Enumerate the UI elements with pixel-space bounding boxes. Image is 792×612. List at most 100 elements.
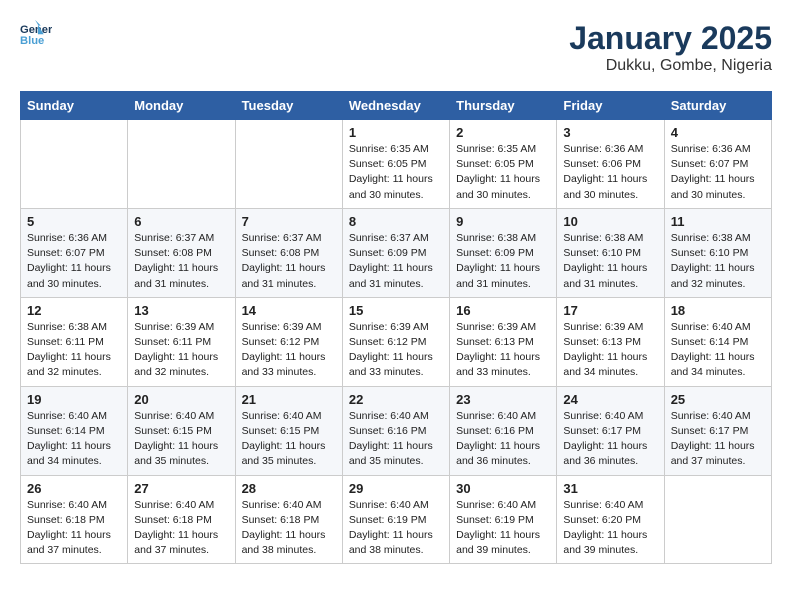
day-number: 19 bbox=[27, 392, 121, 407]
day-number: 26 bbox=[27, 481, 121, 496]
calendar-cell: 20 Sunrise: 6:40 AM Sunset: 6:15 PM Dayli… bbox=[128, 386, 235, 475]
day-info: Sunrise: 6:39 AM Sunset: 6:13 PM Dayligh… bbox=[563, 320, 657, 381]
title-block: January 2025 Dukku, Gombe, Nigeria bbox=[569, 20, 772, 75]
calendar-cell: 27Sunrise: 6:40 AM Sunset: 6:18 PM Dayli… bbox=[128, 475, 235, 564]
calendar-body: 1 Sunrise: 6:35 AM Sunset: 6:05 PM Daylig… bbox=[21, 120, 772, 564]
calendar-cell: 16 Sunrise: 6:39 AM Sunset: 6:13 PM Dayli… bbox=[450, 297, 557, 386]
calendar-table: SundayMondayTuesdayWednesdayThursdayFrid… bbox=[20, 91, 772, 564]
day-info: Sunrise: 6:36 AM Sunset: 6:07 PM Dayligh… bbox=[27, 231, 121, 292]
calendar-cell bbox=[235, 120, 342, 209]
calendar-cell: 2 Sunrise: 6:35 AM Sunset: 6:05 PM Daylig… bbox=[450, 120, 557, 209]
calendar-subtitle: Dukku, Gombe, Nigeria bbox=[569, 57, 772, 75]
day-info: Sunrise: 6:40 AM Sunset: 6:19 PM Dayligh… bbox=[349, 498, 443, 559]
day-info: Sunrise: 6:39 AM Sunset: 6:12 PM Dayligh… bbox=[349, 320, 443, 381]
day-number: 11 bbox=[671, 214, 765, 229]
day-number: 18 bbox=[671, 303, 765, 318]
svg-text:Blue: Blue bbox=[20, 35, 44, 47]
day-number: 28 bbox=[242, 481, 336, 496]
day-info: Sunrise: 6:40 AM Sunset: 6:18 PM Dayligh… bbox=[242, 498, 336, 559]
day-info: Sunrise: 6:40 AM Sunset: 6:20 PM Dayligh… bbox=[563, 498, 657, 559]
day-info: Sunrise: 6:37 AM Sunset: 6:09 PM Dayligh… bbox=[349, 231, 443, 292]
day-number: 25 bbox=[671, 392, 765, 407]
calendar-cell bbox=[664, 475, 771, 564]
day-info: Sunrise: 6:40 AM Sunset: 6:14 PM Dayligh… bbox=[671, 320, 765, 381]
calendar-cell: 17 Sunrise: 6:39 AM Sunset: 6:13 PM Dayli… bbox=[557, 297, 664, 386]
day-number: 31 bbox=[563, 481, 657, 496]
day-number: 2 bbox=[456, 125, 550, 140]
day-number: 4 bbox=[671, 125, 765, 140]
weekday-tuesday: Tuesday bbox=[235, 92, 342, 120]
day-info: Sunrise: 6:39 AM Sunset: 6:13 PM Dayligh… bbox=[456, 320, 550, 381]
day-number: 13 bbox=[134, 303, 228, 318]
day-number: 22 bbox=[349, 392, 443, 407]
day-info: Sunrise: 6:37 AM Sunset: 6:08 PM Dayligh… bbox=[134, 231, 228, 292]
day-number: 10 bbox=[563, 214, 657, 229]
weekday-thursday: Thursday bbox=[450, 92, 557, 120]
day-info: Sunrise: 6:39 AM Sunset: 6:11 PM Dayligh… bbox=[134, 320, 228, 381]
day-number: 30 bbox=[456, 481, 550, 496]
calendar-cell: 9 Sunrise: 6:38 AM Sunset: 6:09 PM Daylig… bbox=[450, 208, 557, 297]
logo: General Blue bbox=[20, 20, 52, 48]
page-header: General Blue January 2025 Dukku, Gombe, … bbox=[20, 20, 772, 75]
day-info: Sunrise: 6:40 AM Sunset: 6:14 PM Dayligh… bbox=[27, 409, 121, 470]
day-info: Sunrise: 6:40 AM Sunset: 6:17 PM Dayligh… bbox=[563, 409, 657, 470]
day-info: Sunrise: 6:38 AM Sunset: 6:10 PM Dayligh… bbox=[563, 231, 657, 292]
day-info: Sunrise: 6:36 AM Sunset: 6:06 PM Dayligh… bbox=[563, 142, 657, 203]
calendar-cell: 8Sunrise: 6:37 AM Sunset: 6:09 PM Daylig… bbox=[342, 208, 449, 297]
calendar-cell: 11 Sunrise: 6:38 AM Sunset: 6:10 PM Dayli… bbox=[664, 208, 771, 297]
day-info: Sunrise: 6:40 AM Sunset: 6:16 PM Dayligh… bbox=[456, 409, 550, 470]
weekday-monday: Monday bbox=[128, 92, 235, 120]
calendar-cell: 26 Sunrise: 6:40 AM Sunset: 6:18 PM Dayli… bbox=[21, 475, 128, 564]
calendar-cell: 18 Sunrise: 6:40 AM Sunset: 6:14 PM Dayli… bbox=[664, 297, 771, 386]
calendar-cell: 12Sunrise: 6:38 AM Sunset: 6:11 PM Dayli… bbox=[21, 297, 128, 386]
calendar-cell: 14 Sunrise: 6:39 AM Sunset: 6:12 PM Dayli… bbox=[235, 297, 342, 386]
calendar-cell: 1Sunrise: 6:35 AM Sunset: 6:05 PM Daylig… bbox=[342, 120, 449, 209]
day-number: 23 bbox=[456, 392, 550, 407]
day-info: Sunrise: 6:38 AM Sunset: 6:10 PM Dayligh… bbox=[671, 231, 765, 292]
day-number: 17 bbox=[563, 303, 657, 318]
day-info: Sunrise: 6:40 AM Sunset: 6:19 PM Dayligh… bbox=[456, 498, 550, 559]
day-number: 20 bbox=[134, 392, 228, 407]
weekday-header-row: SundayMondayTuesdayWednesdayThursdayFrid… bbox=[21, 92, 772, 120]
day-number: 14 bbox=[242, 303, 336, 318]
calendar-cell: 29Sunrise: 6:40 AM Sunset: 6:19 PM Dayli… bbox=[342, 475, 449, 564]
week-row-5: 26 Sunrise: 6:40 AM Sunset: 6:18 PM Dayli… bbox=[21, 475, 772, 564]
calendar-cell: 5 Sunrise: 6:36 AM Sunset: 6:07 PM Daylig… bbox=[21, 208, 128, 297]
weekday-sunday: Sunday bbox=[21, 92, 128, 120]
calendar-cell bbox=[21, 120, 128, 209]
calendar-cell: 25 Sunrise: 6:40 AM Sunset: 6:17 PM Dayli… bbox=[664, 386, 771, 475]
day-info: Sunrise: 6:40 AM Sunset: 6:17 PM Dayligh… bbox=[671, 409, 765, 470]
day-info: Sunrise: 6:40 AM Sunset: 6:18 PM Dayligh… bbox=[27, 498, 121, 559]
week-row-4: 19 Sunrise: 6:40 AM Sunset: 6:14 PM Dayli… bbox=[21, 386, 772, 475]
svg-text:General: General bbox=[20, 24, 52, 36]
day-info: Sunrise: 6:40 AM Sunset: 6:15 PM Dayligh… bbox=[134, 409, 228, 470]
calendar-cell: 30 Sunrise: 6:40 AM Sunset: 6:19 PM Dayli… bbox=[450, 475, 557, 564]
day-info: Sunrise: 6:38 AM Sunset: 6:11 PM Dayligh… bbox=[27, 320, 121, 381]
calendar-cell: 31 Sunrise: 6:40 AM Sunset: 6:20 PM Dayli… bbox=[557, 475, 664, 564]
calendar-cell: 4 Sunrise: 6:36 AM Sunset: 6:07 PM Daylig… bbox=[664, 120, 771, 209]
calendar-cell: 22 Sunrise: 6:40 AM Sunset: 6:16 PM Dayli… bbox=[342, 386, 449, 475]
calendar-cell: 19 Sunrise: 6:40 AM Sunset: 6:14 PM Dayli… bbox=[21, 386, 128, 475]
day-number: 3 bbox=[563, 125, 657, 140]
day-number: 16 bbox=[456, 303, 550, 318]
day-info: Sunrise: 6:40 AM Sunset: 6:16 PM Dayligh… bbox=[349, 409, 443, 470]
day-number: 27 bbox=[134, 481, 228, 496]
calendar-cell: 15Sunrise: 6:39 AM Sunset: 6:12 PM Dayli… bbox=[342, 297, 449, 386]
day-info: Sunrise: 6:39 AM Sunset: 6:12 PM Dayligh… bbox=[242, 320, 336, 381]
calendar-cell: 28 Sunrise: 6:40 AM Sunset: 6:18 PM Dayli… bbox=[235, 475, 342, 564]
day-number: 1 bbox=[349, 125, 443, 140]
day-number: 5 bbox=[27, 214, 121, 229]
day-info: Sunrise: 6:35 AM Sunset: 6:05 PM Dayligh… bbox=[456, 142, 550, 203]
week-row-1: 1 Sunrise: 6:35 AM Sunset: 6:05 PM Daylig… bbox=[21, 120, 772, 209]
calendar-cell: 7Sunrise: 6:37 AM Sunset: 6:08 PM Daylig… bbox=[235, 208, 342, 297]
day-number: 21 bbox=[242, 392, 336, 407]
day-info: Sunrise: 6:38 AM Sunset: 6:09 PM Dayligh… bbox=[456, 231, 550, 292]
logo-icon: General Blue bbox=[20, 20, 52, 48]
day-info: Sunrise: 6:36 AM Sunset: 6:07 PM Dayligh… bbox=[671, 142, 765, 203]
day-number: 9 bbox=[456, 214, 550, 229]
weekday-wednesday: Wednesday bbox=[342, 92, 449, 120]
week-row-2: 5 Sunrise: 6:36 AM Sunset: 6:07 PM Daylig… bbox=[21, 208, 772, 297]
calendar-cell: 3 Sunrise: 6:36 AM Sunset: 6:06 PM Daylig… bbox=[557, 120, 664, 209]
calendar-cell: 23 Sunrise: 6:40 AM Sunset: 6:16 PM Dayli… bbox=[450, 386, 557, 475]
weekday-friday: Friday bbox=[557, 92, 664, 120]
